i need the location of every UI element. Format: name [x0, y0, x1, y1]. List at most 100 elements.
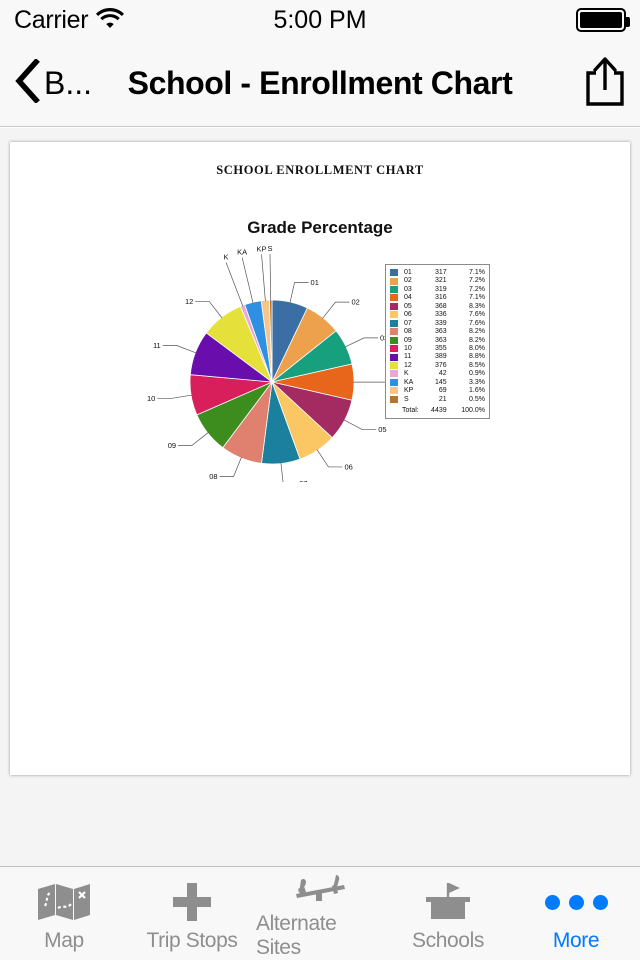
back-button[interactable]: B...	[14, 57, 92, 108]
tab-label-more: More	[552, 929, 600, 952]
legend-percent: 7.6%	[469, 319, 485, 327]
legend-row: 04 316 7.1%	[390, 294, 485, 302]
pie-leader-line	[157, 394, 192, 399]
status-bar-right	[576, 8, 630, 32]
pie-slice-label: 10	[147, 394, 155, 403]
legend-swatch-cell	[390, 328, 402, 336]
legend-total-value: 4439	[431, 406, 447, 414]
carrier-label: Carrier	[14, 5, 89, 34]
legend-row: 10 355 8.0%	[390, 345, 485, 353]
legend-row: 12 376 8.5%	[390, 362, 485, 370]
battery-full-icon	[576, 8, 630, 32]
pie-slice-label: 09	[168, 441, 176, 450]
legend-row: 09 363 8.2%	[390, 337, 485, 345]
pie-leader-line	[322, 301, 350, 319]
pie-leader-line	[178, 432, 209, 446]
pie-leader-line	[316, 449, 343, 468]
legend-swatch-cell	[390, 387, 402, 395]
legend-grade: 11	[404, 353, 412, 361]
legend-grade: 03	[404, 285, 412, 293]
pie-slice-label: KA	[237, 248, 247, 257]
tab-alternate-sites[interactable]: Alternate Sites	[256, 867, 384, 960]
legend-swatch-cell	[390, 370, 402, 378]
legend-percent: 8.2%	[469, 336, 485, 344]
legend-row: S 21 0.5%	[390, 396, 485, 404]
pie-slice-label: 01	[311, 278, 319, 287]
legend-row: 02 321 7.2%	[390, 277, 485, 285]
legend-grade: 08	[404, 328, 412, 336]
legend-row: 03 319 7.2%	[390, 286, 485, 294]
pie-leader-line	[345, 337, 378, 348]
tab-label-alternate-sites: Alternate Sites	[256, 912, 337, 959]
tab-schools[interactable]: Schools	[384, 867, 512, 960]
legend-swatch-cell	[390, 319, 402, 328]
tab-map[interactable]: Map	[0, 867, 128, 960]
legend-grade: 10	[404, 344, 412, 352]
status-bar: Carrier 5:00 PM	[0, 0, 640, 40]
legend-swatch-cell	[390, 378, 402, 387]
legend-row: KP 69 1.6%	[390, 387, 485, 395]
legend-percent: 7.1%	[469, 269, 485, 276]
pie-slice-label: 11	[153, 341, 161, 350]
map-icon	[37, 880, 91, 924]
page-title: School - Enrollment Chart	[127, 64, 513, 101]
legend-count: 336	[434, 311, 447, 319]
legend-count: 355	[434, 344, 447, 352]
legend-grade: S	[404, 395, 409, 403]
chart-legend: 01 317 7.1% 02 321 7.2% 03 319 7.2% 04 316 7.1% 05 36…	[385, 264, 490, 419]
legend-count: 21	[438, 395, 447, 403]
legend-percent: 0.9%	[469, 370, 485, 378]
legend-color-swatch	[390, 269, 398, 277]
legend-percent: 0.5%	[469, 395, 485, 403]
legend-row: 07 339 7.6%	[390, 320, 485, 328]
pie-slice-label: K	[224, 253, 229, 262]
legend-swatch-cell	[390, 345, 402, 353]
legend-color-swatch	[390, 319, 398, 327]
legend-grade: KA	[404, 378, 414, 386]
legend-color-swatch	[390, 378, 398, 386]
navigation-bar: B... School - Enrollment Chart	[0, 40, 640, 127]
legend-count: 319	[434, 285, 447, 293]
legend-row: 05 368 8.3%	[390, 303, 485, 311]
legend-swatch-cell	[390, 269, 402, 277]
pie-leader-line	[225, 262, 244, 307]
legend-color-swatch	[390, 345, 398, 353]
legend-color-swatch	[390, 395, 398, 403]
tab-label-map: Map	[44, 929, 84, 952]
pie-leader-line	[261, 254, 266, 302]
content-area[interactable]: SCHOOL ENROLLMENT CHART Grade Percentage…	[0, 128, 640, 866]
legend-row: 06 336 7.6%	[390, 311, 485, 319]
pie-slice-label: 07	[299, 479, 307, 482]
tab-bar: Map Trip Stops Alternate Sites Schools M…	[0, 866, 640, 960]
legend-count: 368	[434, 302, 447, 310]
pie-slice-label: 08	[209, 472, 217, 481]
status-bar-left: Carrier	[14, 5, 125, 35]
legend-color-swatch	[390, 294, 398, 302]
legend-count: 363	[434, 336, 447, 344]
legend-grade: K	[404, 370, 409, 378]
wifi-icon	[96, 7, 125, 33]
tab-trip-stops[interactable]: Trip Stops	[128, 867, 256, 960]
legend-color-swatch	[390, 370, 398, 378]
seesaw-playground-icon	[292, 873, 348, 907]
ellipsis-icon	[544, 880, 608, 924]
legend-percent: 7.6%	[469, 311, 485, 319]
legend-percent: 8.3%	[469, 302, 485, 310]
legend-percent: 7.1%	[469, 294, 485, 302]
pie-slice-label: 06	[344, 462, 352, 471]
document-page[interactable]: SCHOOL ENROLLMENT CHART Grade Percentage…	[10, 142, 630, 775]
pie-slice-label: S	[267, 244, 272, 253]
tab-label-schools: Schools	[412, 929, 484, 952]
legend-count: 69	[438, 387, 447, 395]
legend-grade: 12	[404, 361, 412, 369]
legend-count: 363	[434, 328, 447, 336]
legend-color-swatch	[390, 311, 398, 319]
legend-percent: 8.0%	[469, 344, 485, 352]
legend-color-swatch	[390, 387, 398, 395]
share-button[interactable]	[584, 56, 626, 111]
legend-total-label: Total:	[402, 406, 419, 414]
plus-icon	[172, 880, 212, 924]
legend-count: 42	[438, 370, 447, 378]
tab-more[interactable]: More	[512, 867, 640, 960]
pie-leader-line	[241, 257, 254, 304]
